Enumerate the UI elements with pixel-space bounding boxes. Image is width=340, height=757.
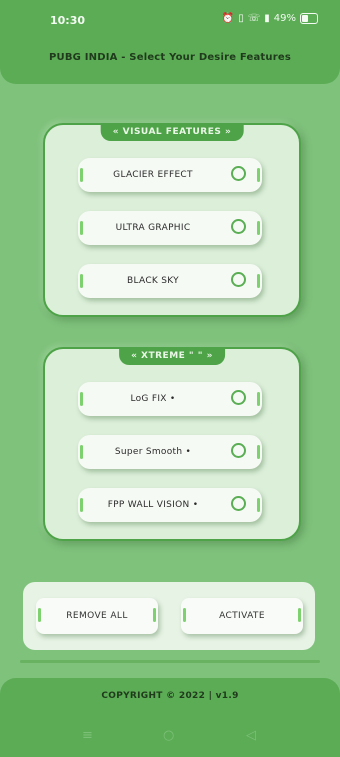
option-label: Super Smooth • — [114, 447, 192, 457]
option-ultra-graphic[interactable]: ULTRA GRAPHIC — [78, 211, 262, 245]
system-navbar: ≡ ○ ◁ — [0, 728, 340, 746]
option-log-fix[interactable]: LoG FIX • — [78, 382, 262, 416]
accent-bar — [298, 608, 301, 622]
radio-button[interactable] — [231, 496, 246, 511]
visual-features-tag: « VISUAL FEATURES » — [100, 123, 244, 141]
option-label: ULTRA GRAPHIC — [115, 223, 191, 233]
battery-text: 49% — [273, 13, 296, 24]
accent-bar — [257, 498, 260, 512]
alarm-icon: ⏰ — [221, 13, 235, 24]
activate-button[interactable]: ACTIVATE — [181, 598, 303, 634]
radio-button[interactable] — [231, 443, 246, 458]
activate-label: ACTIVATE — [219, 611, 265, 621]
footer: COPYRIGHT © 2022 | v1.9 ≡ ○ ◁ — [0, 678, 340, 757]
radio-button[interactable] — [231, 166, 246, 181]
menu-icon[interactable]: ≡ — [82, 728, 93, 743]
wifi-call-icon: ☏ — [247, 13, 261, 24]
option-fpp-wall-vision[interactable]: FPP WALL VISION • — [78, 488, 262, 522]
radio-button[interactable] — [231, 219, 246, 234]
option-label: LoG FIX • — [130, 394, 176, 404]
accent-bar — [153, 608, 156, 622]
home-icon[interactable]: ○ — [163, 728, 174, 743]
accent-bar — [257, 445, 260, 459]
back-icon[interactable]: ◁ — [246, 728, 256, 743]
accent-bar — [257, 168, 260, 182]
page-title: PUBG INDIA - Select Your Desire Features — [48, 52, 291, 63]
action-panel: REMOVE ALL ACTIVATE — [23, 582, 315, 650]
accent-bar — [257, 221, 260, 235]
xtreme-panel: « XTREME " " » LoG FIX • Super Smooth • … — [43, 347, 301, 541]
option-label: GLACIER EFFECT — [113, 170, 193, 180]
copyright-text: COPYRIGHT © 2022 | v1.9 — [101, 691, 239, 701]
status-bar: 10:30 ⏰ ▯ ☏ ▮ 49% — [0, 0, 340, 40]
option-black-sky[interactable]: BLACK SKY — [78, 264, 262, 298]
vibrate-icon: ▯ — [238, 13, 244, 24]
radio-button[interactable] — [231, 272, 246, 287]
remove-all-label: REMOVE ALL — [66, 611, 128, 621]
option-glacier-effect[interactable]: GLACIER EFFECT — [78, 158, 262, 192]
app-header: 10:30 ⏰ ▯ ☏ ▮ 49% PUBG INDIA - Select Yo… — [0, 0, 340, 84]
radio-button[interactable] — [231, 390, 246, 405]
option-super-smooth[interactable]: Super Smooth • — [78, 435, 262, 469]
xtreme-tag: « XTREME " " » — [119, 347, 225, 365]
status-icons: ⏰ ▯ ☏ ▮ 49% — [222, 13, 318, 24]
accent-bar — [257, 392, 260, 406]
visual-features-panel: « VISUAL FEATURES » GLACIER EFFECT ULTRA… — [43, 123, 301, 317]
status-time: 10:30 — [50, 14, 86, 27]
option-label: BLACK SKY — [127, 276, 179, 286]
divider — [20, 660, 320, 663]
option-label: FPP WALL VISION • — [107, 500, 199, 510]
signal-icon: ▮ — [264, 13, 270, 24]
accent-bar — [257, 274, 260, 288]
battery-icon — [300, 13, 318, 24]
remove-all-button[interactable]: REMOVE ALL — [36, 598, 158, 634]
